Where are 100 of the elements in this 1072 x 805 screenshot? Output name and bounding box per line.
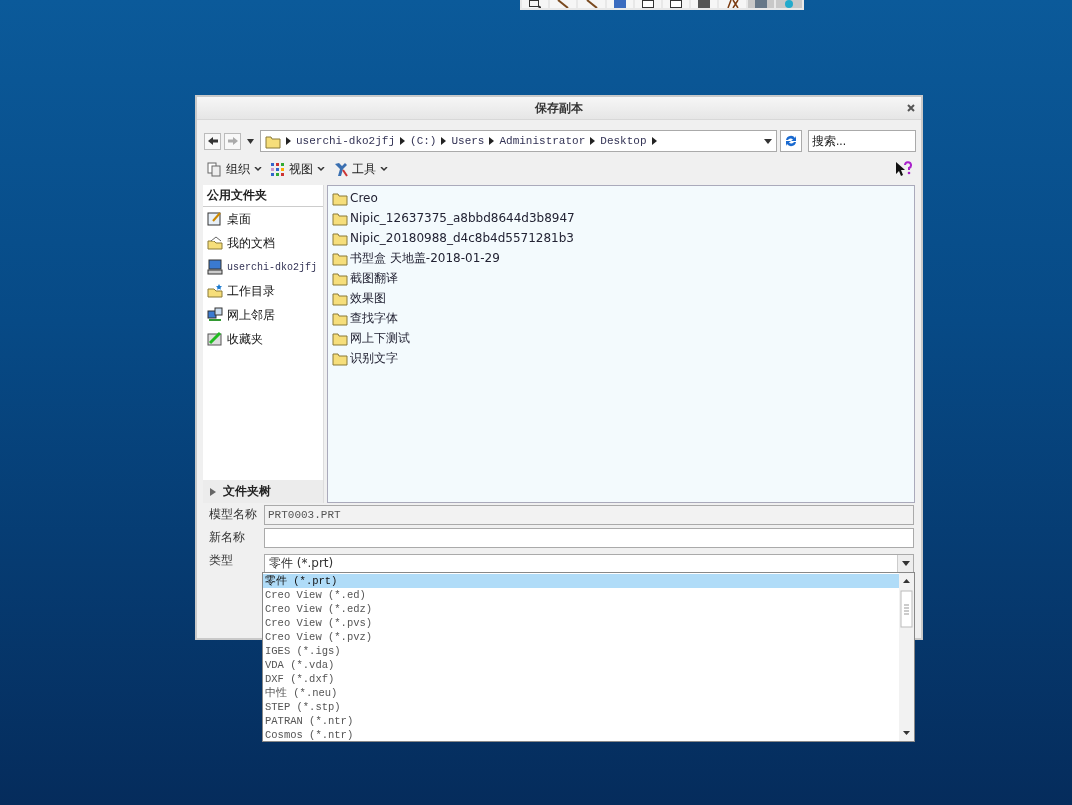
dropdown-option[interactable]: PATRAN (*.ntr) bbox=[263, 714, 899, 728]
chevron-down-icon bbox=[254, 166, 262, 172]
chevron-down-icon bbox=[380, 166, 388, 172]
tool-icon bbox=[754, 0, 767, 8]
dropdown-option[interactable]: DXF (*.dxf) bbox=[263, 672, 899, 686]
dropdown-option[interactable]: STEP (*.stp) bbox=[263, 700, 899, 714]
chevron-icon bbox=[489, 137, 495, 145]
documents-folder-icon bbox=[207, 235, 223, 251]
chevron-down-icon bbox=[317, 166, 325, 172]
path-segment[interactable]: userchi-dko2jfj bbox=[296, 135, 396, 147]
toolbar-menu-button[interactable]: 组织 bbox=[207, 160, 262, 178]
folder-item[interactable]: 识别文字 bbox=[328, 348, 914, 368]
sidebar-item[interactable]: 收藏夹 bbox=[203, 327, 323, 351]
tool-icon bbox=[698, 0, 711, 8]
chevron-icon bbox=[400, 137, 406, 145]
folder-item[interactable]: 查找字体 bbox=[328, 308, 914, 328]
folder-icon bbox=[332, 290, 348, 306]
folder-item[interactable]: 截图翻译 bbox=[328, 268, 914, 288]
chevron-icon bbox=[590, 137, 596, 145]
address-bar[interactable]: userchi-dko2jfj (C:) Users Administrator Desktop bbox=[260, 130, 777, 152]
back-button[interactable] bbox=[204, 132, 221, 150]
tool-icon bbox=[726, 0, 739, 8]
folder-item[interactable]: Nipic_20180988_d4c8b4d5571281b3 bbox=[328, 228, 914, 248]
dropdown-option[interactable]: Cosmos (*.ntr) bbox=[263, 728, 899, 742]
tool-icon bbox=[613, 0, 626, 8]
path-segment[interactable]: Administrator bbox=[499, 135, 586, 147]
toolbar-button[interactable] bbox=[634, 0, 661, 8]
toolbar-button[interactable] bbox=[691, 0, 718, 8]
dropdown-option[interactable]: Creo View (*.pvs) bbox=[263, 616, 899, 630]
tool-icon bbox=[557, 0, 570, 8]
collapsed-triangle-icon bbox=[209, 487, 217, 496]
dropdown-option[interactable]: Creo View (*.ed) bbox=[263, 588, 899, 602]
search-field[interactable]: 搜索... bbox=[808, 130, 916, 152]
model-name-field[interactable]: PRT0003.PRT bbox=[264, 504, 914, 525]
dropdown-option[interactable]: 零件 (*.prt) bbox=[263, 574, 899, 588]
network-icon bbox=[207, 307, 223, 323]
field-label: 类型 bbox=[209, 552, 234, 569]
desktop-icon bbox=[207, 211, 223, 227]
toolbar-button[interactable] bbox=[522, 0, 549, 8]
path-segment[interactable]: (C:) bbox=[410, 135, 437, 147]
chevron-icon bbox=[651, 137, 657, 145]
window-title: 保存副本 bbox=[535, 99, 583, 117]
caret-icon bbox=[247, 138, 254, 144]
toolbar-button[interactable] bbox=[550, 0, 577, 8]
refresh-icon bbox=[784, 134, 798, 148]
path-segment[interactable]: Users bbox=[451, 135, 485, 147]
folder-icon bbox=[332, 230, 348, 246]
field-label: 新名称 bbox=[209, 529, 246, 546]
pages-icon bbox=[207, 161, 222, 177]
folder-icon bbox=[332, 190, 348, 206]
folder-icon bbox=[332, 350, 348, 366]
folder-icon bbox=[332, 210, 348, 226]
folder-tree-toggle[interactable]: 文件夹树 bbox=[203, 480, 323, 503]
sidebar-item[interactable]: 桌面 bbox=[203, 207, 323, 231]
sidebar-heading: 公用文件夹 bbox=[203, 185, 323, 207]
tool-icon bbox=[670, 0, 683, 8]
sidebar-item[interactable]: 我的文档 bbox=[203, 231, 323, 255]
folder-icon bbox=[332, 310, 348, 326]
new-name-field[interactable] bbox=[264, 527, 914, 548]
toolbar-menu-button[interactable]: 视图 bbox=[270, 160, 325, 178]
tool-icon bbox=[585, 0, 598, 8]
chevron-icon bbox=[286, 137, 291, 145]
forward-arrow-icon bbox=[226, 136, 239, 146]
folder-item[interactable]: Creo bbox=[328, 188, 914, 208]
computer-icon bbox=[207, 259, 223, 275]
toolbar-menu-button[interactable]: 工具 bbox=[333, 160, 388, 178]
path-segment[interactable]: Desktop bbox=[600, 135, 647, 147]
folder-star-icon bbox=[207, 283, 223, 299]
folder-item[interactable]: Nipic_12637375_a8bbd8644d3b8947 bbox=[328, 208, 914, 228]
dropdown-caret-icon bbox=[901, 561, 910, 566]
field-label: 模型名称 bbox=[209, 506, 258, 523]
sidebar-item[interactable]: 工作目录 bbox=[203, 279, 323, 303]
tool-icon bbox=[782, 0, 795, 8]
dropdown-option[interactable]: Creo View (*.pvz) bbox=[263, 630, 899, 644]
folder-item[interactable]: 书型盒 天地盖-2018-01-29 bbox=[328, 248, 914, 268]
help-pointer-icon bbox=[895, 161, 913, 177]
toolbar-button[interactable] bbox=[578, 0, 605, 8]
chevron-icon bbox=[441, 137, 447, 145]
close-button[interactable] bbox=[905, 102, 917, 114]
back-arrow-icon bbox=[206, 136, 219, 146]
refresh-button[interactable] bbox=[780, 130, 802, 152]
folder-icon bbox=[265, 133, 281, 149]
folder-item[interactable]: 效果图 bbox=[328, 288, 914, 308]
type-dropdown[interactable]: 零件 (*.prt) bbox=[264, 553, 914, 574]
dropdown-option[interactable]: IGES (*.igs) bbox=[263, 644, 899, 658]
sidebar-item[interactable]: userchi-dko2jfj bbox=[203, 255, 323, 279]
dropdown-option[interactable]: Creo View (*.edz) bbox=[263, 602, 899, 616]
grid-icon bbox=[270, 161, 285, 177]
sidebar-item[interactable]: 网上邻居 bbox=[203, 303, 323, 327]
dropdown-option[interactable]: VDA (*.vda) bbox=[263, 658, 899, 672]
folder-icon bbox=[332, 270, 348, 286]
tool-icon bbox=[529, 0, 542, 8]
toolbar-button[interactable] bbox=[719, 0, 746, 8]
dropdown-caret-icon bbox=[764, 138, 772, 144]
toolbar-button[interactable] bbox=[663, 0, 690, 8]
dropdown-option[interactable]: 中性 (*.neu) bbox=[263, 686, 899, 700]
folder-item[interactable]: 网上下测试 bbox=[328, 328, 914, 348]
close-icon bbox=[907, 104, 915, 112]
folder-icon bbox=[332, 330, 348, 346]
folder-icon bbox=[332, 250, 348, 266]
